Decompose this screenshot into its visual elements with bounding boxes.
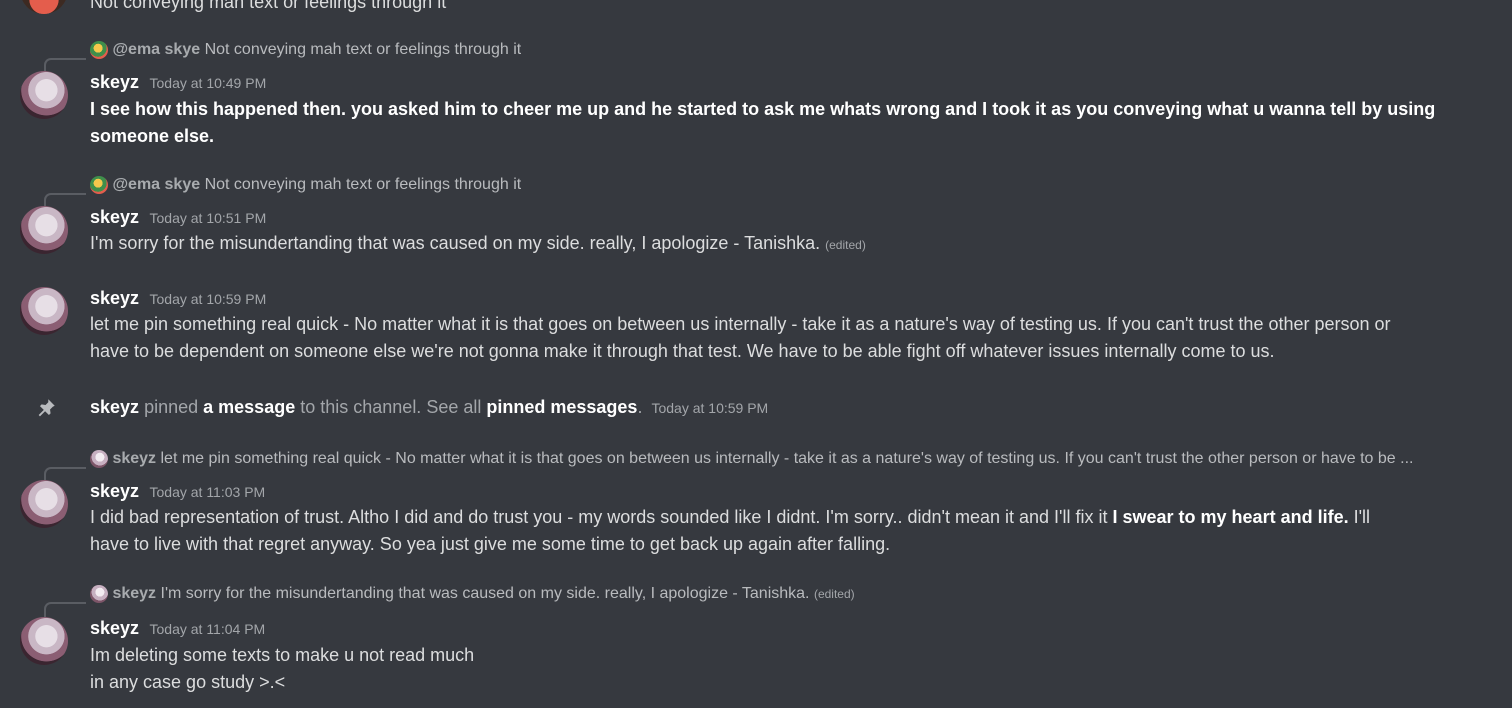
- message-line: Im deleting some texts to make u not rea…: [90, 645, 475, 665]
- edited-label: (edited): [825, 238, 866, 252]
- reply-author[interactable]: @ema skye: [112, 41, 200, 58]
- reply-spine: [44, 58, 86, 73]
- message-content: I see how this happened then. you asked …: [90, 96, 1450, 150]
- reply-text: Not conveying mah text or feelings throu…: [204, 176, 522, 194]
- message-line: have to live with that regret anyway. So…: [90, 534, 891, 554]
- username[interactable]: skeyz: [90, 207, 139, 227]
- timestamp: Today at 10:59 PM: [651, 400, 769, 416]
- reply-text: Not conveying mah text or feelings throu…: [204, 41, 522, 59]
- pin-text: .: [637, 397, 643, 417]
- message-line: have to be dependent on someone else we'…: [90, 341, 1275, 361]
- reply-author[interactable]: @ema skye: [112, 176, 200, 193]
- timestamp: Today at 11:03 PM: [149, 484, 266, 500]
- message-content: I'm sorry for the misundertanding that w…: [90, 230, 866, 259]
- edited-label: (edited): [813, 587, 855, 602]
- message-content: Not conveying mah text or feelings throu…: [90, 0, 447, 12]
- timestamp: Today at 10:51 PM: [149, 210, 267, 226]
- timestamp: Today at 10:59 PM: [149, 291, 267, 307]
- reply-text: let me pin something real quick - No mat…: [160, 450, 1414, 468]
- message-content: let me pin something real quick - No mat…: [90, 311, 1480, 365]
- avatar[interactable]: [20, 480, 68, 528]
- pin-icon: [35, 397, 57, 419]
- username[interactable]: skeyz: [90, 481, 139, 501]
- avatar: [90, 450, 108, 468]
- avatar[interactable]: [20, 617, 68, 665]
- message-line: I see how this happened then. you asked …: [90, 99, 1436, 119]
- reply-preview[interactable]: skeyz I'm sorry for the misundertanding …: [90, 585, 855, 607]
- username[interactable]: skeyz: [90, 72, 139, 92]
- avatar: [90, 585, 108, 603]
- avatar: [90, 176, 108, 194]
- username[interactable]: skeyz: [90, 288, 139, 308]
- pinned-message-link[interactable]: a message: [203, 397, 295, 417]
- avatar[interactable]: [20, 71, 68, 119]
- message-line: let me pin something real quick - No mat…: [90, 314, 1391, 334]
- reply-preview[interactable]: @ema skye Not conveying mah text or feel…: [90, 41, 521, 63]
- message-content: Im deleting some texts to make u not rea…: [90, 642, 474, 696]
- message-line: someone else.: [90, 126, 215, 146]
- reply-preview[interactable]: @ema skye Not conveying mah text or feel…: [90, 176, 521, 198]
- reply-spine: [44, 602, 86, 617]
- username[interactable]: skeyz: [90, 397, 139, 417]
- pin-text: pinned: [144, 397, 199, 417]
- pin-text: to this channel. See all: [300, 397, 482, 417]
- message-bold-text: I swear to my heart and life.: [1112, 507, 1349, 527]
- avatar[interactable]: [20, 287, 68, 335]
- message-line: in any case go study >.<: [90, 672, 286, 692]
- timestamp: Today at 10:49 PM: [149, 75, 267, 91]
- message-content: I did bad representation of trust. Altho…: [90, 504, 1480, 558]
- username[interactable]: skeyz: [90, 618, 139, 638]
- reply-author[interactable]: skeyz: [112, 450, 156, 467]
- reply-spine: [44, 467, 86, 482]
- timestamp: Today at 11:04 PM: [149, 621, 266, 637]
- message-text: I did bad representation of trust. Altho…: [90, 507, 1108, 527]
- message-line: I did bad representation of trust. Altho…: [90, 504, 1480, 531]
- reply-spine: [44, 193, 86, 208]
- avatar: [90, 41, 108, 59]
- avatar[interactable]: [20, 206, 68, 254]
- reply-preview[interactable]: skeyz let me pin something real quick - …: [90, 450, 1450, 472]
- message-text: I'll: [1353, 507, 1371, 527]
- reply-author[interactable]: skeyz: [112, 585, 156, 602]
- message-text: I'm sorry for the misundertanding that w…: [90, 233, 821, 253]
- reply-text: I'm sorry for the misundertanding that w…: [160, 585, 810, 603]
- pinned-messages-link[interactable]: pinned messages: [486, 397, 637, 417]
- avatar[interactable]: [20, 0, 68, 14]
